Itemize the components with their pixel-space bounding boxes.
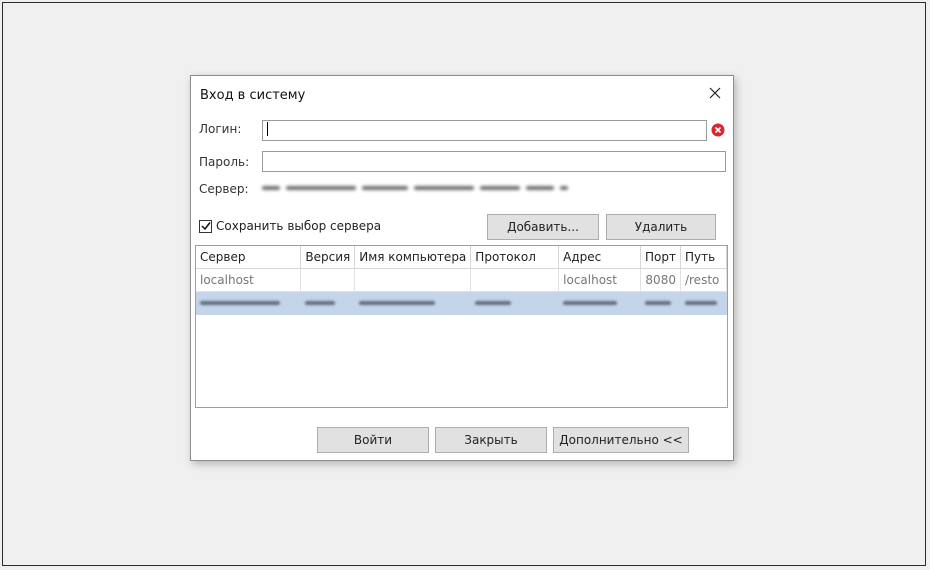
save-server-label: Сохранить выбор сервера — [216, 219, 382, 233]
table-row-selected-blurred[interactable] — [196, 291, 727, 315]
column-header-address[interactable]: Адрес — [558, 246, 641, 269]
cell-blurred — [640, 291, 681, 315]
server-label: Сервер: — [199, 182, 249, 196]
delete-server-button[interactable]: Удалить — [606, 214, 716, 240]
cell-protocol — [470, 268, 560, 292]
add-server-button[interactable]: Добавить... — [487, 214, 599, 240]
error-clear-icon[interactable] — [711, 123, 725, 137]
text-caret — [267, 122, 268, 136]
server-table: Сервер Версия Имя компьютера Протокол Ад… — [195, 245, 728, 408]
dialog-title: Вход в систему — [200, 88, 306, 103]
password-input[interactable] — [262, 151, 726, 172]
checkbox-box[interactable] — [199, 219, 212, 233]
column-header-port[interactable]: Порт — [640, 246, 681, 269]
column-header-server[interactable]: Сервер — [196, 246, 302, 269]
cell-computer — [354, 268, 472, 292]
close-button[interactable]: Закрыть — [435, 427, 547, 453]
cell-blurred — [470, 291, 560, 315]
close-icon[interactable] — [703, 82, 727, 104]
checkmark-icon — [200, 222, 211, 231]
column-header-protocol[interactable]: Протокол — [470, 246, 560, 269]
column-header-version[interactable]: Версия — [300, 246, 356, 269]
cell-blurred — [354, 291, 472, 315]
save-server-checkbox[interactable]: Сохранить выбор сервера — [199, 219, 381, 233]
login-input[interactable] — [262, 120, 707, 141]
more-options-button[interactable]: Дополнительно << — [553, 427, 689, 453]
cell-path: /resto — [680, 268, 727, 292]
cell-blurred — [680, 291, 727, 315]
password-label: Пароль: — [199, 155, 250, 169]
cell-address: localhost — [558, 268, 641, 292]
login-dialog: Вход в систему Логин: Пароль: Сервер: Со… — [190, 75, 734, 461]
column-header-path[interactable]: Путь — [680, 246, 727, 269]
cell-port: 8080 — [640, 268, 681, 292]
table-header: Сервер Версия Имя компьютера Протокол Ад… — [196, 246, 727, 269]
cell-version — [300, 268, 356, 292]
cell-blurred — [196, 291, 302, 315]
login-button[interactable]: Войти — [317, 427, 429, 453]
cell-blurred — [558, 291, 641, 315]
cell-server: localhost — [196, 268, 302, 292]
server-value-blurred — [262, 184, 582, 192]
cell-blurred — [300, 291, 356, 315]
column-header-computer[interactable]: Имя компьютера — [354, 246, 472, 269]
table-row[interactable]: localhost localhost 8080 /resto — [196, 268, 727, 292]
login-label: Логин: — [199, 122, 242, 136]
